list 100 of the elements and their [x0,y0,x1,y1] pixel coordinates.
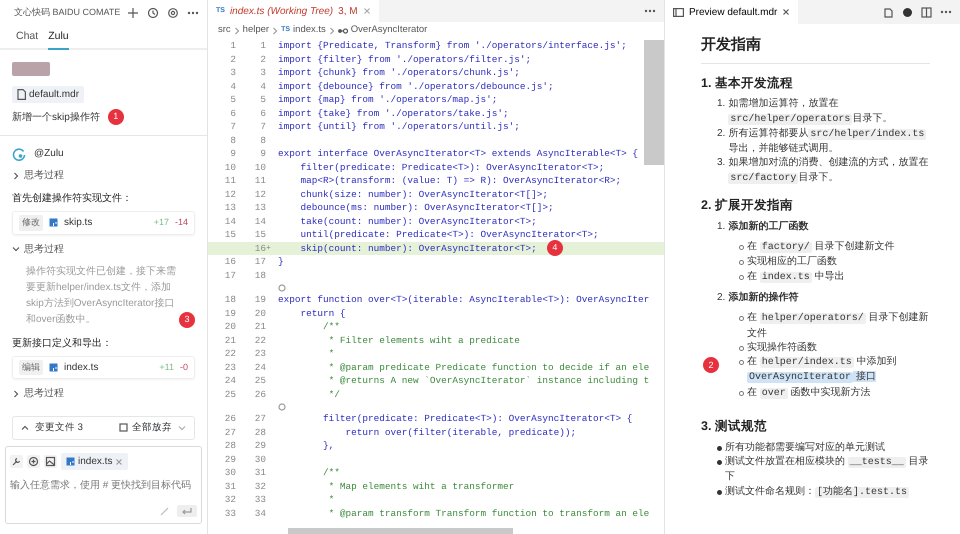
file-icon [17,89,26,100]
step-badge: 3 [179,312,195,328]
line-number: 18 [254,268,266,282]
line-number: 19 [254,293,266,306]
list-number: 1. [717,97,726,112]
symbol-interface-icon [338,26,348,34]
line-number: 10 [224,160,236,174]
open-file-icon[interactable] [883,6,894,18]
context-file-name: index.ts [78,455,112,469]
list-bullet [739,260,744,266]
line-number: 22 [224,347,236,360]
discard-all-button[interactable]: 全部放弃 [119,420,172,435]
code-text: return { [300,306,346,320]
code-text: import {debounce} from './operators/debounce.js'; [278,80,554,93]
line-number: 6 [259,106,266,120]
code-text: * [328,493,334,506]
code-text: filter(predicate: Predicate<T>): OverAsyncIterator<T>; [300,160,604,174]
list-bullet [717,460,722,466]
line-number: 8 [259,134,266,147]
line-number: 27 [224,426,236,439]
code-text: } [278,255,284,268]
added-count: +11 [159,360,174,374]
list-bullet [717,490,722,495]
list-item-text: 测试文件放置在相应模块的 __tests__ 目录下 [725,455,930,484]
line-number: 25 [254,374,266,388]
line-number: 31 [224,480,236,493]
line-number: 20 [254,306,266,320]
panel-tab[interactable]: Zulu [48,26,69,50]
line-number: 26 [254,388,266,401]
codelens-icon [278,284,286,292]
chat-input-box[interactable]: index.ts 输入任意需求，使用 # 更快找到目标代码 [5,446,202,524]
line-number: 19 [224,306,236,320]
line-number: 29 [224,452,236,466]
line-number: 5 [229,93,236,106]
code-text: * Map elements wiht a transformer [328,480,514,493]
line-number: 3 [229,66,236,80]
chevron-down-icon [12,245,20,253]
record-icon[interactable] [902,6,913,18]
line-number: 32 [224,493,236,506]
scrollbar-thumb[interactable] [644,40,664,165]
list-bullet [717,446,722,451]
attachment-name: default.mdr [29,88,80,102]
line-number: 21 [224,334,236,347]
list-item-text: 在 over 函数中实现新方法 [747,386,871,401]
breadcrumb-item[interactable]: src [218,23,231,38]
plus-icon[interactable] [127,7,139,19]
breadcrumb-item[interactable]: helper [242,23,270,38]
line-number: 11 [254,174,266,188]
image-icon[interactable] [44,455,57,468]
line-number: 24 [224,374,236,388]
panel-tab[interactable]: Chat [16,26,38,50]
close-icon[interactable] [782,8,790,16]
assistant-logo-icon [12,146,26,160]
list-number: 1. [717,220,726,234]
line-number: 16 [224,255,236,268]
typescript-file-icon [49,218,58,228]
history-icon[interactable] [147,7,159,19]
list-item-text: 添加新的工厂函数 [728,220,808,234]
line-number: 33 [254,493,266,506]
preview-icon [673,8,684,16]
chevron-right-icon [234,26,240,34]
line-number: 28 [224,439,236,452]
preview-tab[interactable]: Preview default.mdr [665,0,798,24]
caret-up-icon [21,424,29,432]
code-text: import {Predicate, Transform} from './operators/interface.js'; [278,39,627,52]
file-name: index.ts [64,360,98,375]
context-file-chip[interactable]: index.ts [61,453,128,470]
list-bullet [739,360,744,366]
file-change-card[interactable]: 修改 skip.ts +17 -14 [12,211,195,234]
code-text: * @param transform Transform function to transform an ele [328,506,650,520]
line-number: 4 [259,80,266,93]
wrench-icon[interactable] [10,455,23,468]
attachment-chip[interactable]: default.mdr [12,86,84,103]
line-number: 2 [259,52,266,66]
add-context-icon[interactable] [27,455,40,468]
list-number: 2. [717,126,726,141]
scrollbar-thumb[interactable] [288,528,513,534]
thinking-toggle[interactable]: 思考过程 [12,386,64,401]
caret-down-icon [178,424,186,432]
thinking-toggle[interactable]: 思考过程 [12,242,64,256]
code-text: debounce(ms: number): OverAsyncIterator<T[]>; [300,201,554,214]
thinking-toggle[interactable]: 思考过程 [12,168,64,183]
list-item-text: 如果增加对流的消费、创建流的方式，放置在 src/factory 目录下。 [728,156,930,186]
code-text: import {map} from './operators/map.js'; [278,93,498,106]
code-text: import {take} from './operators/take.js'; [278,106,509,120]
breadcrumb-item[interactable]: index.ts [293,23,326,38]
line-number: 25 [224,388,236,401]
section-heading: 1. 基本开发流程 [701,74,794,92]
line-number: 27 [254,412,266,426]
line-number: 2 [229,52,236,66]
line-number: 17 [224,268,236,282]
file-change-card[interactable]: 编辑 index.ts +11 -0 [12,356,195,379]
breadcrumb-item[interactable]: OverAsyncIterator [350,23,428,38]
line-number: 31 [254,466,266,480]
line-number: 16 [254,242,266,255]
changed-files-bar[interactable]: 变更文件 3 全部放弃 [12,416,195,440]
settings-icon[interactable] [167,7,179,19]
line-number: 29 [254,439,266,452]
diff-marker: + [266,242,272,254]
split-editor-icon[interactable] [921,6,932,18]
